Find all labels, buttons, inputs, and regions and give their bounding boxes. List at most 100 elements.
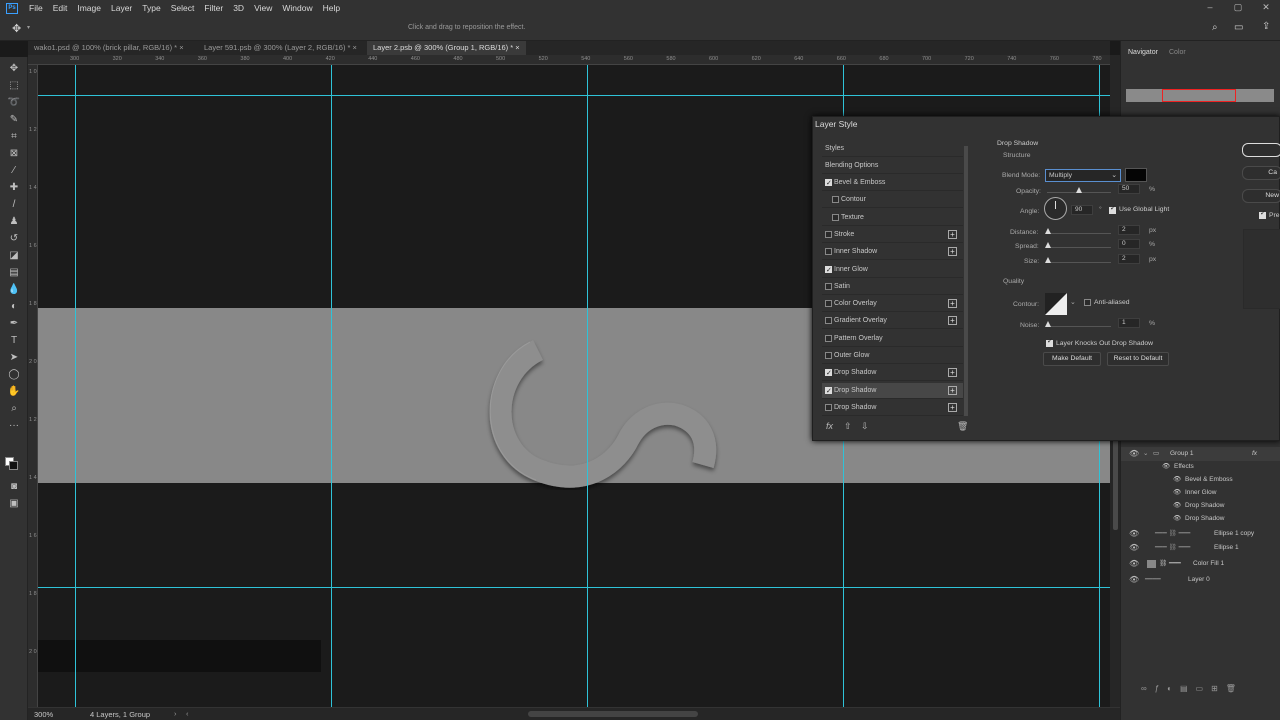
contour-picker[interactable] — [1045, 293, 1067, 315]
noise-input[interactable]: 1 — [1118, 318, 1140, 328]
quick-select-tool-icon[interactable]: ✎ — [6, 113, 22, 127]
spread-slider[interactable] — [1047, 247, 1111, 248]
reset-to-default-button[interactable]: Reset to Default — [1107, 352, 1169, 366]
opacity-input[interactable]: 50 — [1118, 184, 1140, 194]
eye-icon[interactable]: 👁 — [1173, 499, 1181, 513]
shadow-color-swatch[interactable] — [1125, 168, 1147, 182]
move-up-icon[interactable]: ⇧ — [844, 421, 852, 432]
use-global-light-checkbox[interactable] — [1109, 204, 1116, 214]
style-checkbox[interactable] — [825, 263, 832, 279]
zoom-level[interactable]: 300% — [34, 710, 53, 719]
tab-layer591[interactable]: Layer 591.psb @ 300% (Layer 2, RGB/16) *… — [198, 41, 363, 55]
style-checkbox[interactable] — [825, 282, 832, 290]
styles-scrollbar[interactable] — [964, 146, 968, 416]
menu-view[interactable]: View — [249, 0, 277, 16]
style-checkbox[interactable] — [825, 230, 832, 238]
close-icon[interactable]: × — [353, 43, 357, 52]
style-item[interactable]: Gradient Overlay + — [822, 313, 963, 330]
eraser-tool-icon[interactable]: ◪ — [6, 249, 22, 263]
add-instance-icon[interactable]: + — [948, 368, 957, 378]
styles-header[interactable]: Styles — [822, 141, 963, 157]
chevron-down-icon[interactable]: ⌄ — [1070, 298, 1076, 306]
style-item[interactable]: Outer Glow — [822, 348, 963, 364]
style-checkbox[interactable] — [825, 334, 832, 342]
gradient-tool-icon[interactable]: ▤ — [6, 266, 22, 280]
chevron-left-icon[interactable]: ‹ — [186, 709, 189, 718]
tab-wako1[interactable]: wako1.psd @ 100% (brick pillar, RGB/16) … — [28, 41, 190, 55]
menu-file[interactable]: File — [24, 0, 48, 16]
distance-input[interactable]: 2 — [1118, 225, 1140, 235]
spread-slider-knob[interactable] — [1045, 242, 1051, 248]
effect-row[interactable]: 👁 Drop Shadow — [1121, 512, 1280, 526]
layer-row[interactable]: 👁 ━━━ ⛓ ━━━ Ellipse 1 — [1121, 541, 1280, 555]
distance-slider-knob[interactable] — [1045, 228, 1051, 234]
style-item[interactable]: Inner Glow — [822, 262, 963, 279]
stamp-tool-icon[interactable]: ♟ — [6, 215, 22, 229]
guide-vertical[interactable] — [75, 65, 76, 707]
layer-row[interactable]: 👁 ⛓ ━━━ Color Fill 1 — [1121, 557, 1280, 571]
fx-icon[interactable]: fx — [826, 421, 833, 431]
share-icon[interactable]: ⇪ — [1262, 21, 1270, 32]
maximize-button[interactable]: ▢ — [1224, 0, 1252, 16]
preview-checkbox[interactable] — [1259, 209, 1266, 219]
move-down-icon[interactable]: ⇩ — [861, 421, 869, 432]
eye-icon[interactable]: 👁 — [1129, 573, 1139, 587]
close-button[interactable]: ✕ — [1252, 0, 1280, 16]
layer-row[interactable]: 👁 ⌄ ▭ Group 1 fx — [1121, 447, 1280, 461]
menu-image[interactable]: Image — [72, 0, 106, 16]
pen-tool-icon[interactable]: ✒ — [6, 317, 22, 331]
menu-type[interactable]: Type — [137, 0, 165, 16]
effect-row[interactable]: 👁 Drop Shadow — [1121, 499, 1280, 513]
tab-color[interactable]: Color — [1169, 49, 1186, 56]
spread-input[interactable]: 0 — [1118, 239, 1140, 249]
horizontal-scrollbar-thumb[interactable] — [528, 711, 698, 717]
menu-help[interactable]: Help — [318, 0, 345, 16]
trash-icon[interactable]: 🗑 — [957, 421, 968, 432]
style-item[interactable]: Contour — [822, 192, 963, 209]
style-checkbox[interactable] — [832, 213, 839, 221]
add-instance-icon[interactable]: + — [948, 247, 957, 257]
background-color-swatch[interactable] — [9, 461, 18, 470]
healing-tool-icon[interactable]: ✚ — [6, 181, 22, 195]
more-tools-icon[interactable]: ··· — [6, 419, 22, 433]
style-checkbox[interactable] — [825, 384, 832, 400]
make-default-button[interactable]: Make Default — [1043, 352, 1101, 366]
blending-options[interactable]: Blending Options — [822, 158, 963, 174]
guide-horizontal[interactable] — [38, 95, 1110, 96]
layer-effects-row[interactable]: 👁 Effects — [1121, 460, 1280, 474]
style-item[interactable]: Satin — [822, 279, 963, 295]
eye-icon[interactable]: 👁 — [1173, 512, 1181, 526]
noise-slider[interactable] — [1047, 326, 1111, 327]
blur-tool-icon[interactable]: 💧 — [6, 283, 22, 297]
style-item[interactable]: Color Overlay + — [822, 296, 963, 313]
menu-filter[interactable]: Filter — [199, 0, 228, 16]
eye-icon[interactable]: 👁 — [1162, 460, 1170, 474]
tab-navigator[interactable]: Navigator — [1128, 49, 1158, 56]
eye-icon[interactable]: 👁 — [1129, 541, 1139, 555]
move-tool-icon[interactable]: ✥ — [12, 22, 21, 35]
style-checkbox[interactable] — [825, 300, 832, 308]
anti-aliased-checkbox[interactable] — [1084, 299, 1091, 306]
tab-layer2[interactable]: Layer 2.psb @ 300% (Group 1, RGB/16) * × — [367, 41, 526, 55]
style-checkbox[interactable] — [832, 196, 839, 204]
guide-vertical[interactable] — [587, 65, 588, 707]
style-item[interactable]: Bevel & Emboss — [822, 175, 963, 192]
angle-input[interactable]: 90 — [1071, 205, 1093, 215]
screen-mode-icon[interactable]: ▣ — [6, 497, 22, 511]
style-checkbox[interactable] — [825, 366, 832, 382]
menu-layer[interactable]: Layer — [106, 0, 137, 16]
marquee-tool-icon[interactable]: ⬚ — [6, 79, 22, 93]
style-item[interactable]: Inner Shadow + — [822, 244, 963, 261]
style-checkbox[interactable] — [825, 248, 832, 256]
eye-icon[interactable]: 👁 — [1129, 447, 1139, 461]
eyedropper-tool-icon[interactable]: ⁄ — [6, 164, 22, 178]
style-checkbox[interactable] — [825, 403, 832, 411]
size-input[interactable]: 2 — [1118, 254, 1140, 264]
eye-icon[interactable]: 👁 — [1173, 486, 1181, 500]
add-instance-icon[interactable]: + — [948, 299, 957, 309]
zoom-tool-icon[interactable]: ⌕ — [6, 402, 22, 416]
layer-row[interactable]: 👁 ━━━━ Layer 0 — [1121, 573, 1280, 587]
new-style-button[interactable]: New — [1242, 189, 1280, 203]
add-instance-icon[interactable]: + — [948, 385, 957, 395]
menu-window[interactable]: Window — [277, 0, 317, 16]
